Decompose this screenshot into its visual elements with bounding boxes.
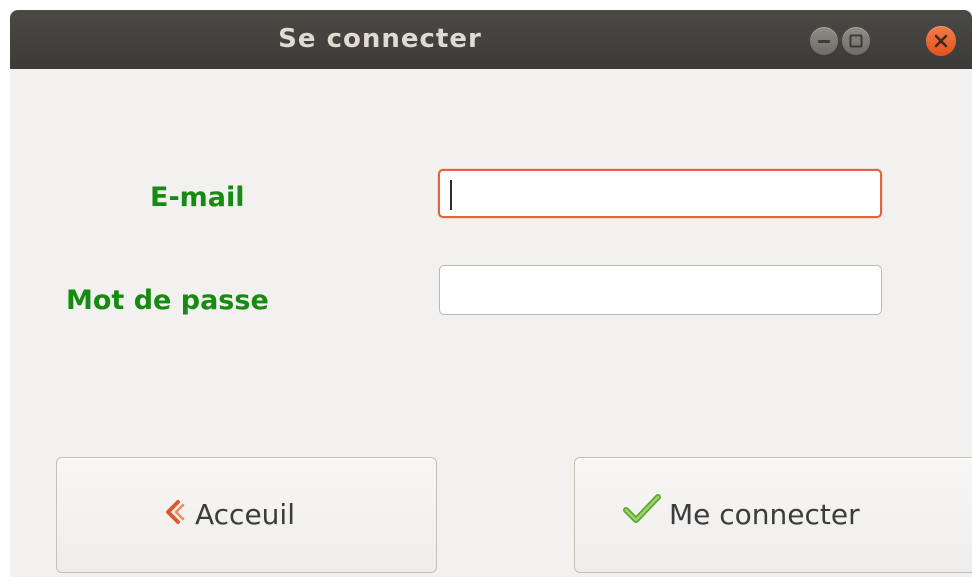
minimize-icon bbox=[818, 40, 830, 43]
close-button[interactable] bbox=[926, 26, 956, 56]
title-bar[interactable]: Se connecter bbox=[10, 10, 972, 69]
close-icon bbox=[934, 34, 948, 48]
connect-button[interactable]: Me connecter bbox=[574, 457, 972, 573]
chevron-left-icon bbox=[161, 459, 187, 573]
home-button[interactable]: Acceuil bbox=[56, 457, 437, 573]
text-caret bbox=[450, 180, 452, 210]
password-field[interactable] bbox=[439, 265, 882, 315]
maximize-button[interactable] bbox=[842, 27, 870, 55]
home-button-label: Acceuil bbox=[195, 498, 295, 531]
email-field[interactable] bbox=[438, 169, 882, 218]
email-label: E-mail bbox=[150, 182, 245, 213]
login-window: Se connecter E-mail Mot de passe Acceuil… bbox=[10, 10, 972, 577]
connect-button-label: Me connecter bbox=[669, 498, 860, 531]
maximize-icon bbox=[849, 34, 863, 48]
window-title: Se connecter bbox=[278, 24, 482, 54]
checkmark-icon bbox=[623, 459, 661, 573]
minimize-button[interactable] bbox=[810, 27, 838, 55]
password-label: Mot de passe bbox=[66, 285, 269, 316]
